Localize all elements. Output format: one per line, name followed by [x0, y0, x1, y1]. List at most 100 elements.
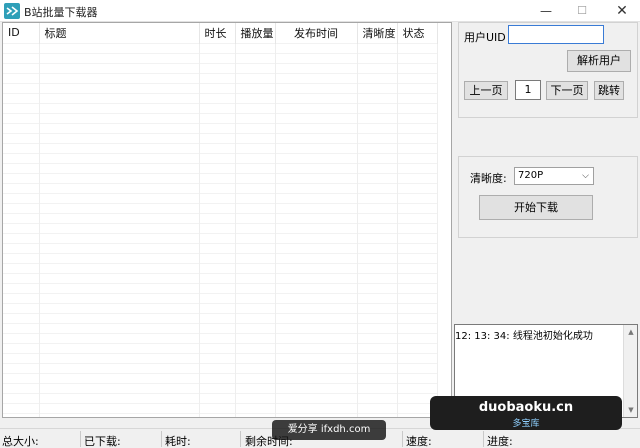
table-cell: [397, 282, 438, 293]
table-row[interactable]: [3, 352, 438, 363]
table-cell: [357, 72, 398, 83]
scroll-up-icon[interactable]: ▲: [624, 325, 638, 339]
table-row[interactable]: [3, 292, 438, 303]
table-row[interactable]: [3, 222, 438, 233]
table-cell: [357, 132, 398, 143]
scroll-down-icon[interactable]: ▼: [624, 403, 638, 417]
table-row[interactable]: [3, 282, 438, 293]
table-cell: [235, 192, 276, 203]
maximize-button[interactable]: ☐: [564, 0, 600, 22]
log-scrollbar[interactable]: ▲ ▼: [623, 325, 637, 417]
table-cell: [3, 112, 40, 123]
table-header-row: ID 标题 时长 播放量 发布时间 清晰度 状态: [3, 23, 438, 43]
parse-user-button[interactable]: 解析用户: [567, 50, 631, 72]
table-cell: [397, 372, 438, 383]
table-row[interactable]: [3, 112, 438, 123]
table-row[interactable]: [3, 212, 438, 223]
table-cell: [3, 332, 40, 343]
table-row[interactable]: [3, 142, 438, 153]
start-download-button[interactable]: 开始下载: [479, 195, 593, 220]
table-row[interactable]: [3, 172, 438, 183]
video-table[interactable]: ID 标题 时长 播放量 发布时间 清晰度 状态: [2, 22, 452, 418]
table-row[interactable]: [3, 202, 438, 213]
column-header-publish-time[interactable]: 发布时间: [275, 23, 358, 43]
table-row[interactable]: [3, 322, 438, 333]
table-cell: [39, 402, 200, 413]
table-row[interactable]: [3, 152, 438, 163]
next-page-button[interactable]: 下一页: [546, 81, 588, 100]
table-cell: [235, 122, 276, 133]
table-row[interactable]: [3, 232, 438, 243]
table-cell: [275, 352, 358, 363]
table-cell: [235, 312, 276, 323]
close-button[interactable]: ✕: [604, 0, 640, 22]
column-header-quality[interactable]: 清晰度: [357, 23, 398, 43]
table-cell: [3, 382, 40, 393]
table-row[interactable]: [3, 72, 438, 83]
table-row[interactable]: [3, 62, 438, 73]
table-cell: [235, 152, 276, 163]
column-header-title[interactable]: 标题: [39, 23, 200, 43]
column-header-status[interactable]: 状态: [397, 23, 438, 43]
table-cell: [357, 102, 398, 113]
table-row[interactable]: [3, 302, 438, 313]
table-row[interactable]: [3, 372, 438, 383]
table-cell: [275, 62, 358, 73]
table-row[interactable]: [3, 382, 438, 393]
status-separator: [402, 431, 403, 447]
table-row[interactable]: [3, 122, 438, 133]
table-cell: [397, 62, 438, 73]
jump-button[interactable]: 跳转: [594, 81, 624, 100]
table-cell: [357, 312, 398, 323]
table-cell: [235, 222, 276, 233]
table-row[interactable]: [3, 192, 438, 203]
table-cell: [199, 322, 236, 333]
table-cell: [357, 202, 398, 213]
table-row[interactable]: [3, 262, 438, 273]
status-elapsed: 耗时:: [165, 435, 191, 448]
table-row[interactable]: [3, 252, 438, 263]
table-row[interactable]: [3, 52, 438, 63]
table-cell: [199, 172, 236, 183]
minimize-button[interactable]: —: [528, 0, 564, 22]
prev-page-button[interactable]: 上一页: [464, 81, 508, 100]
table-cell: [235, 282, 276, 293]
table-cell: [199, 182, 236, 193]
table-cell: [39, 272, 200, 283]
table-row[interactable]: [3, 162, 438, 173]
table-row[interactable]: [3, 242, 438, 253]
table-cell: [357, 142, 398, 153]
table-row[interactable]: [3, 102, 438, 113]
table-row[interactable]: [3, 272, 438, 283]
table-row[interactable]: [3, 182, 438, 193]
table-row[interactable]: [3, 92, 438, 103]
table-row[interactable]: [3, 362, 438, 373]
table-cell: [357, 222, 398, 233]
table-row[interactable]: [3, 412, 438, 417]
table-row[interactable]: [3, 312, 438, 323]
table-cell: [357, 162, 398, 173]
page-number-input[interactable]: 1: [515, 80, 541, 100]
table-cell: [3, 362, 40, 373]
column-header-views[interactable]: 播放量: [235, 23, 276, 43]
table-cell: [235, 182, 276, 193]
status-total-size: 总大小:: [2, 435, 39, 448]
table-cell: [397, 302, 438, 313]
table-row[interactable]: [3, 332, 438, 343]
table-cell: [397, 112, 438, 123]
table-row[interactable]: [3, 392, 438, 403]
table-cell: [39, 162, 200, 173]
column-header-id[interactable]: ID: [3, 23, 40, 43]
table-row[interactable]: [3, 82, 438, 93]
column-header-duration[interactable]: 时长: [199, 23, 236, 43]
table-cell: [275, 262, 358, 273]
table-row[interactable]: [3, 132, 438, 143]
table-cell: [39, 132, 200, 143]
uid-input[interactable]: [508, 25, 604, 44]
table-cell: [397, 382, 438, 393]
table-cell: [275, 182, 358, 193]
table-row[interactable]: [3, 402, 438, 413]
table-row[interactable]: [3, 42, 438, 53]
table-row[interactable]: [3, 342, 438, 353]
quality-select[interactable]: 720P ⌵: [514, 167, 594, 185]
